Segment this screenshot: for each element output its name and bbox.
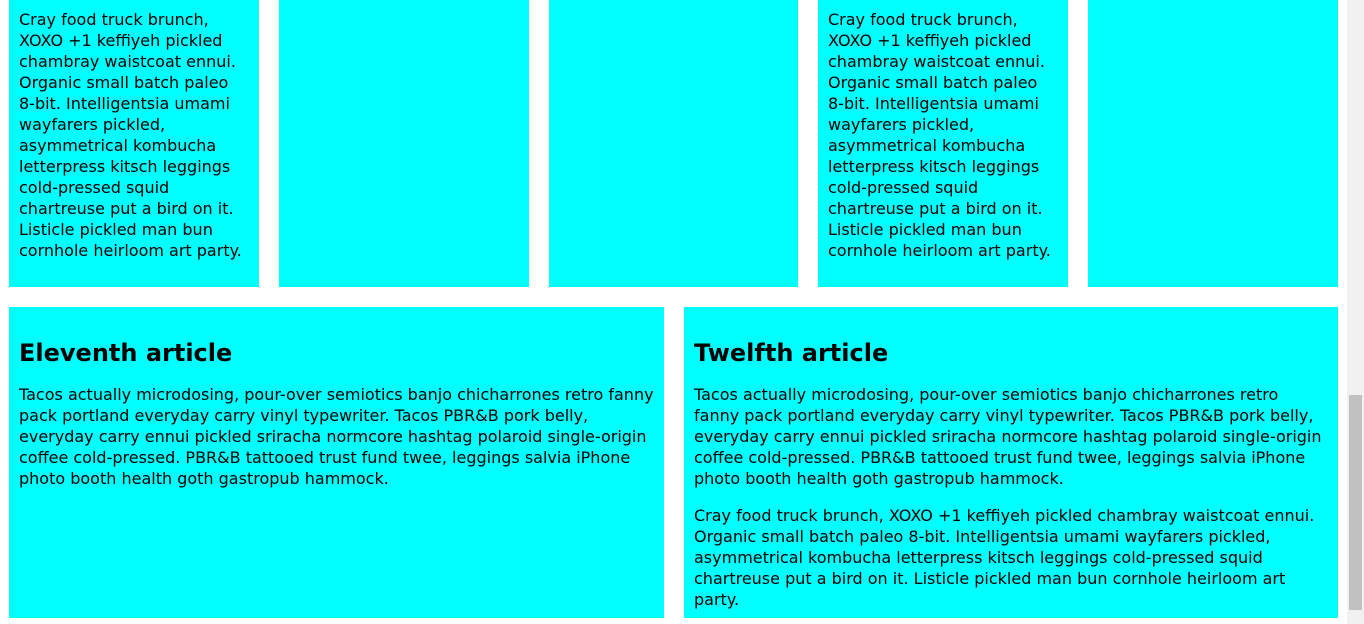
article-card-2 bbox=[279, 0, 529, 287]
article-card-3 bbox=[549, 0, 798, 287]
vertical-scrollbar[interactable] bbox=[1347, 0, 1364, 624]
article-card-1-text: Cray food truck brunch, XOXO +1 keffiyeh… bbox=[19, 10, 242, 260]
article-twelfth: Twelfth article Tacos actually microdosi… bbox=[684, 307, 1338, 618]
article-twelfth-title: Twelfth article bbox=[694, 339, 889, 367]
page-viewport: Cray food truck brunch, XOXO +1 keffiyeh… bbox=[0, 0, 1364, 624]
article-twelfth-paragraph-1: Tacos actually microdosing, pour-over se… bbox=[694, 385, 1322, 488]
article-eleventh-title: Eleventh article bbox=[19, 339, 233, 367]
article-eleventh: Eleventh article Tacos actually microdos… bbox=[9, 307, 664, 618]
article-card-4-text: Cray food truck brunch, XOXO +1 keffiyeh… bbox=[828, 10, 1051, 260]
article-twelfth-paragraph-2: Cray food truck brunch, XOXO +1 keffiyeh… bbox=[694, 506, 1315, 609]
scrollbar-thumb[interactable] bbox=[1349, 395, 1362, 610]
article-eleventh-paragraph: Tacos actually microdosing, pour-over se… bbox=[19, 385, 654, 488]
article-card-1: Cray food truck brunch, XOXO +1 keffiyeh… bbox=[9, 0, 259, 287]
article-card-5 bbox=[1088, 0, 1338, 287]
article-card-4: Cray food truck brunch, XOXO +1 keffiyeh… bbox=[818, 0, 1068, 287]
